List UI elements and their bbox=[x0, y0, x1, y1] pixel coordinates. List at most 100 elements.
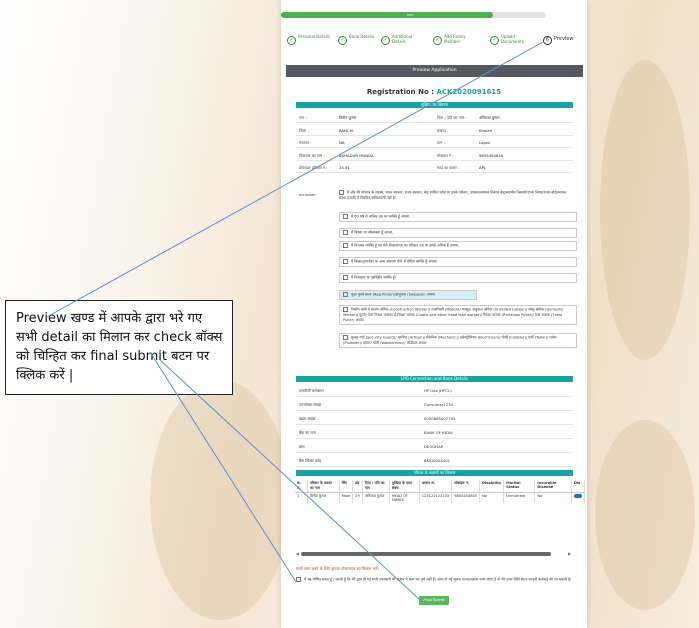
table-header-cell: Disability bbox=[479, 480, 505, 493]
progress-percent: 80% bbox=[407, 13, 414, 17]
check-circle-icon: ✓ bbox=[287, 36, 296, 45]
field-label: नाम : bbox=[299, 115, 307, 120]
lpg-section-title: LPG Connection and Bank Details bbox=[296, 376, 573, 382]
step-personal-details[interactable]: ✓ Personal Details bbox=[287, 33, 331, 51]
final-submit-button[interactable]: Final Submit bbox=[419, 596, 449, 605]
step-bank-details[interactable]: ✓ Bank Details bbox=[338, 33, 382, 51]
step-label: Personal Details bbox=[298, 34, 331, 39]
inclusion-checkbox[interactable] bbox=[343, 259, 348, 264]
registration-label: Registration No : bbox=[366, 88, 434, 96]
table-header-cell: Incurable Disease bbox=[534, 480, 572, 493]
family-section-title: परिवार के सदस्यों का विवरण bbox=[296, 470, 573, 476]
step-number-badge: 6 bbox=[543, 36, 552, 45]
inclusion-checkbox[interactable] bbox=[343, 335, 348, 340]
inclusion-item: मैं 60 वर्ष से अधिक उम्र का व्यक्ति हूँ … bbox=[339, 212, 577, 222]
registration-number: Registration No : ACK2020091615 bbox=[281, 88, 587, 96]
step-label: Preview bbox=[554, 36, 574, 42]
personal-detail-row: विधायक का नाम : BAHADUR MUNDA मोबाइल नं : 9… bbox=[296, 150, 573, 161]
table-header-cell: मुखिया के साथ संबंध bbox=[389, 480, 420, 493]
inclusion-checkbox[interactable] bbox=[343, 292, 348, 297]
field-value: BANK OF INDIA bbox=[424, 430, 453, 435]
field-value: 9855454645 bbox=[479, 152, 504, 158]
field-value: अनिलाय कुमार bbox=[479, 115, 500, 120]
table-header-cell: मोबाइल नं. bbox=[451, 480, 481, 493]
inclusion-text: मैं 60 वर्ष से अधिक उम्र का व्यक्ति हूँ … bbox=[351, 214, 411, 219]
inclusion-text: मैं किन्नर/ट्रांसजेंडर या अन्य असाध्य रो… bbox=[351, 259, 438, 264]
step-preview[interactable]: 6 Preview bbox=[543, 33, 587, 51]
inclusion-item: मैं निःशक्त व्यक्ति हूँ एवं मेरी विकलांग… bbox=[339, 241, 577, 251]
field-value: विनीत कुमार bbox=[339, 115, 357, 120]
inclusion-checkbox[interactable] bbox=[343, 243, 348, 248]
application-preview-panel: 80% ✓ Personal Details ✓ Bank Details ✓ … bbox=[281, 0, 587, 628]
field-value: 24.91 bbox=[339, 165, 350, 170]
inclusion-checkbox[interactable] bbox=[339, 190, 344, 195]
table-header-cell: Dis bbox=[571, 480, 586, 493]
inclusion-item: सुरक्षा गार्ड (Security Guard)/ कारीगर (… bbox=[339, 333, 577, 348]
progress-bar-fill bbox=[281, 12, 493, 18]
inclusion-checkbox[interactable] bbox=[343, 230, 348, 235]
table-header-cell: लिंग bbox=[339, 480, 354, 493]
registration-value: ACK2020091615 bbox=[436, 88, 502, 96]
scroll-left-icon[interactable]: ◀ bbox=[296, 551, 299, 556]
check-circle-icon: ✓ bbox=[338, 36, 347, 45]
lpg-bank-row: खाता संख्या 0000865007793 bbox=[296, 413, 573, 425]
inclusion-item: कूड़ा चुनने वाला (Rag Picker)/झाड़ूकश (S… bbox=[339, 290, 477, 300]
table-cell: No bbox=[479, 492, 505, 503]
table-cell: Male bbox=[339, 492, 354, 503]
field-value: BAHADUR MUNDA bbox=[339, 152, 374, 158]
step-label: Add Family Member bbox=[444, 34, 466, 44]
field-value: Lapra bbox=[479, 140, 490, 145]
field-label: जिला : bbox=[299, 127, 309, 133]
table-header-cell: उम्र bbox=[352, 480, 363, 493]
step-add-family-member[interactable]: ✓ Add Family Member bbox=[433, 33, 477, 51]
declaration-note: फार्म जमा करने के लिए कृपया घोषणापत्र का… bbox=[296, 566, 379, 571]
lpg-bank-row: बैंक का नाम BANK OF INDIA bbox=[296, 427, 573, 439]
table-header-cell: परिवार के सदस्य का नाम bbox=[307, 480, 340, 493]
lpg-bank-row: एलपीजी कनेक्शन HP Gas (HPCL) bbox=[296, 385, 573, 397]
table-horizontal-scrollbar[interactable] bbox=[301, 552, 551, 556]
inclusion-checkbox[interactable] bbox=[343, 275, 348, 280]
table-cell: 123122122133 bbox=[419, 492, 453, 503]
field-value: HP Gas (HPCL) bbox=[424, 388, 452, 393]
row-action-toggle[interactable] bbox=[573, 494, 582, 498]
field-label: प्रखण्ड : bbox=[437, 127, 449, 133]
wizard-steps: ✓ Personal Details ✓ Bank Details ✓ Addi… bbox=[281, 33, 587, 51]
instruction-callout: Preview खण्ड में आपके द्वारा भरे गए सभी … bbox=[5, 300, 233, 395]
field-label: पिता / पति का नाम : bbox=[437, 115, 467, 120]
personal-detail-row: पंचायत : NA ग्राम : Lapra bbox=[296, 137, 573, 148]
field-label: मोबाइल नं : bbox=[437, 152, 454, 158]
check-circle-icon: ✓ bbox=[490, 36, 499, 45]
background-wheat-blur bbox=[595, 420, 695, 610]
inclusion-checkbox[interactable] bbox=[343, 307, 348, 312]
field-label: एलपीजी कनेक्शन bbox=[299, 388, 324, 393]
field-value: RANCHI bbox=[339, 127, 354, 133]
declaration-checkbox[interactable] bbox=[296, 577, 301, 582]
table-cell: 29 bbox=[352, 492, 363, 503]
table-header-cell: आधार सं. bbox=[419, 480, 453, 493]
inclusion-label: Inclusion bbox=[299, 192, 316, 197]
table-row: 1 विनीत कुमार Male 29 अनिलाय कुमार HEAD OF FA… bbox=[295, 492, 586, 503]
inclusion-item: मैं और मेरे परिवार के सदस्य, भारत सरकार,… bbox=[339, 190, 569, 201]
inclusion-checkbox[interactable] bbox=[343, 214, 348, 219]
declaration: मैं यह घोषित करता हूँ / करती हूँ कि मेरे… bbox=[296, 577, 580, 583]
scroll-right-icon[interactable]: ▶ bbox=[568, 551, 571, 556]
personal-detail-row: प्रोफाइल प्रतिशत नं : 24.91 कार्ड का प्रका… bbox=[296, 162, 573, 173]
declaration-text: मैं यह घोषित करता हूँ / करती हूँ कि मेरे… bbox=[304, 577, 572, 582]
step-label: Bank Details bbox=[349, 34, 375, 39]
lpg-bank-row: उपभोक्ता संख्या Consumer1234 bbox=[296, 399, 573, 411]
inclusion-text: कूड़ा चुनने वाला (Rag Picker)/झाड़ूकश (S… bbox=[351, 292, 435, 297]
step-upload-documents[interactable]: ✓ Upload Documents bbox=[490, 33, 534, 51]
table-header-cell: पिता / पति का नाम bbox=[362, 480, 390, 493]
field-label: विधायक का नाम : bbox=[299, 152, 325, 158]
field-label: खाता संख्या bbox=[299, 416, 316, 421]
inclusion-item: निर्माण कार्य में संलग्न श्रमिक (Constru… bbox=[339, 305, 577, 325]
step-additional-details[interactable]: ✓ Additional Details bbox=[381, 33, 425, 51]
table-cell: 1 bbox=[295, 492, 308, 503]
field-label: बैंक स्विफ्ट कोड bbox=[299, 458, 321, 463]
inclusion-item: मैं विधवा या परित्यक्ता हूँ अथवा, bbox=[339, 228, 577, 238]
table-header-cell: क्र. सं. bbox=[295, 480, 308, 493]
lpg-bank-row: बैंक स्विफ्ट कोड BKID0004401 bbox=[296, 455, 573, 467]
inclusion-item: मैं किन्नर/ट्रांसजेंडर या अन्य असाध्य रो… bbox=[339, 257, 577, 267]
inclusion-text: मैं विधवा या परित्यक्ता हूँ अथवा, bbox=[351, 230, 394, 235]
background-wheat-blur bbox=[600, 60, 690, 360]
